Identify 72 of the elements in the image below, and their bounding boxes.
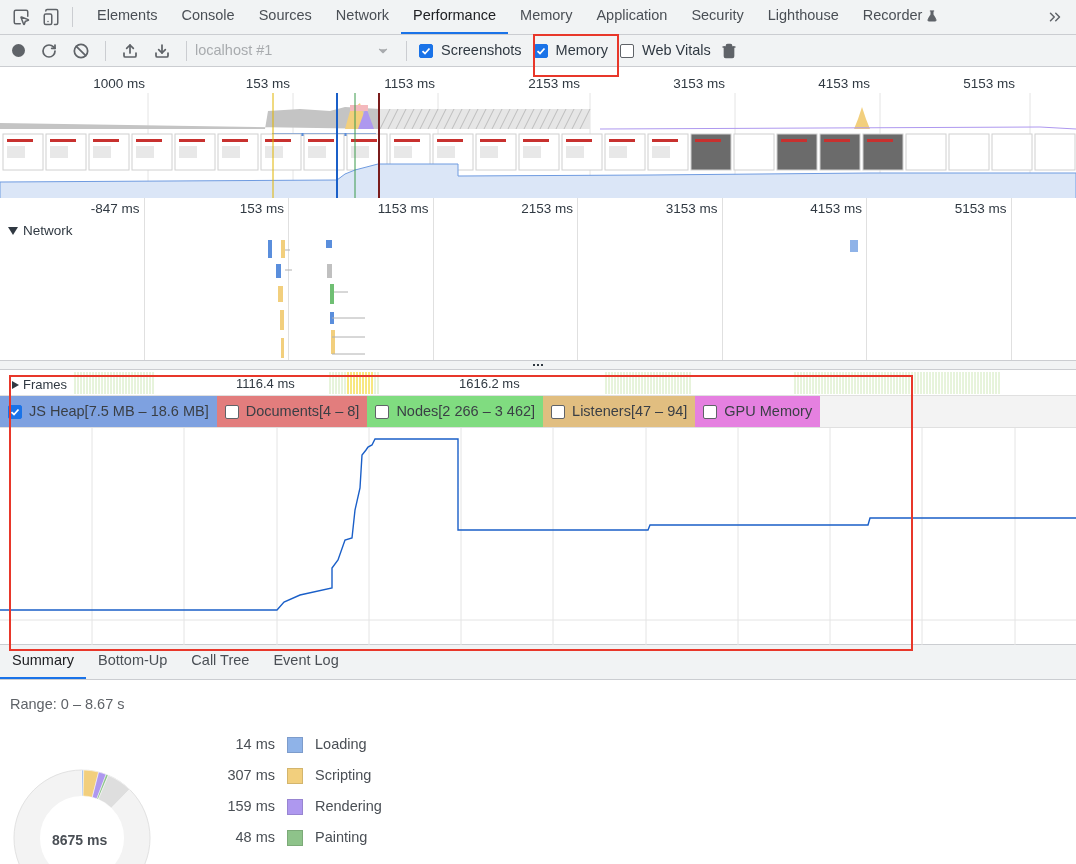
panel-tab[interactable]: Sources [246,0,324,34]
checkbox[interactable] [620,43,634,58]
time-tick-label: 1153 ms [384,76,435,91]
panel-tab[interactable]: Security [679,0,756,34]
time-tick-label: 3153 ms [673,76,725,91]
device-toolbar-icon[interactable] [42,8,60,26]
checkmark-icon [535,45,546,56]
counter-label: GPU Memory [724,401,813,421]
details-tab[interactable]: Event Log [261,645,351,679]
checkmark-icon [421,45,431,56]
flask-icon [926,10,939,22]
panel-tab[interactable]: Lighthouse [755,0,851,34]
category-label: Painting [315,827,368,847]
counter-label: JS Heap[7.5 MB – 18.6 MB] [29,401,209,421]
checkbox[interactable] [224,404,239,419]
save-profile-icon[interactable] [154,42,170,59]
counter-label: Documents[4 – 8] [245,401,360,421]
time-tick-label: 4153 ms [810,201,862,216]
panel-tab[interactable]: Recorder [850,0,951,34]
time-tick-label: 153 ms [239,201,284,216]
resize-handle-icon[interactable] [533,361,543,369]
record-button[interactable] [12,44,25,57]
time-tick-label: 3153 ms [665,201,718,216]
time-tick-label: 2153 ms [521,201,573,216]
category-time: 14 ms [234,734,275,754]
panel-tab[interactable]: Memory [508,0,585,34]
time-tick-label: 153 ms [245,76,290,91]
counter-label: Nodes[2 266 – 3 462] [396,401,536,421]
category-time: 307 ms [226,765,275,785]
counter-toggle[interactable]: JS Heap[7.5 MB – 18.6 MB] [0,396,217,427]
clear-icon[interactable] [73,42,89,59]
counter-label: Listeners[47 – 94] [572,401,688,421]
details-tab[interactable]: Call Tree [179,645,262,679]
checkbox-label: Memory [555,40,608,60]
reload-icon[interactable] [41,42,57,59]
checkbox[interactable] [703,404,718,419]
total-time-label: 8675 ms [52,831,108,850]
load-profile-icon[interactable] [122,42,138,59]
collapsed-triangle-icon[interactable] [12,380,19,389]
details-tab[interactable]: Summary [0,645,87,679]
panel-tab[interactable]: Network [323,0,402,34]
category-label: Loading [315,734,367,754]
time-tick-label: 5153 ms [963,76,1015,91]
counter-toggle[interactable]: GPU Memory [695,396,821,427]
trash-icon[interactable] [720,42,737,59]
inspect-icon[interactable] [12,8,30,26]
track-label[interactable]: Network [23,221,73,242]
category-label: Rendering [315,796,382,816]
expanded-triangle-icon[interactable] [8,226,18,237]
counter-toggle[interactable]: Documents[4 – 8] [216,396,368,427]
time-tick-label: 1000 ms [93,76,145,91]
panel-tab[interactable]: Elements [85,0,170,34]
time-tick-label: 4153 ms [818,76,870,91]
category-time: 159 ms [226,796,275,816]
counter-toggle[interactable]: Listeners[47 – 94] [543,396,696,427]
counter-toggle[interactable]: Nodes[2 266 – 3 462] [367,396,544,427]
time-tick-label: 1153 ms [377,201,429,216]
time-tick-label: 2153 ms [528,76,580,91]
category-time: 48 ms [234,827,275,847]
range-text: Range: 0 – 8.67 s [10,695,125,714]
checkbox-label: Web Vitals [642,40,711,60]
time-tick-label: 5153 ms [954,201,1007,216]
checkbox[interactable] [551,404,566,419]
panel-tab[interactable]: Console [169,0,247,34]
details-tab[interactable]: Bottom-Up [86,645,180,679]
checkmark-icon [10,406,20,417]
category-label: Scripting [315,765,372,785]
checkbox[interactable] [375,404,390,419]
time-tick-label: -847 ms [90,201,140,216]
panel-tab[interactable]: Application [584,0,680,34]
checkbox-label: Screenshots [441,40,522,60]
checkbox[interactable] [419,43,433,58]
